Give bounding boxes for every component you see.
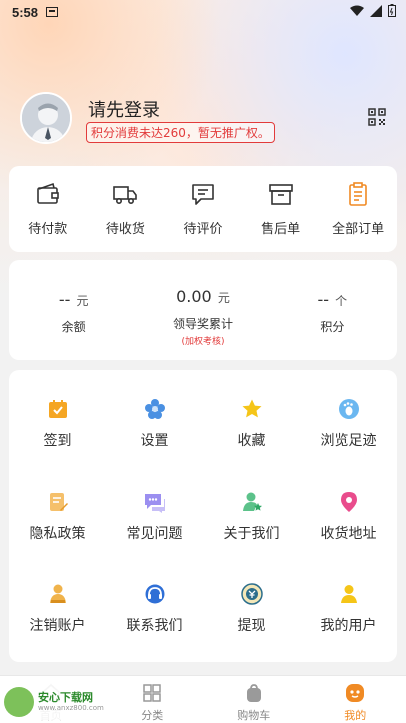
star-icon xyxy=(242,399,261,418)
stat-label: 余额 xyxy=(61,320,86,334)
tab-label: 购物车 xyxy=(237,709,271,722)
tool-checkin[interactable]: 签到 xyxy=(9,384,106,477)
stat-leader-reward[interactable]: 0.00 元 领导奖累计 (加权考核) xyxy=(138,260,267,360)
tool-label: 关于我们 xyxy=(223,525,280,542)
order-label: 待收货 xyxy=(105,222,145,237)
withdraw-icon xyxy=(240,583,263,606)
stat-sub-note: (加权考核) xyxy=(181,337,225,347)
stat-value: 0.00 xyxy=(176,287,212,306)
shopping-bag-icon xyxy=(246,684,261,702)
tool-shipping-address[interactable]: 收货地址 xyxy=(300,477,397,570)
stat-points[interactable]: -- 个 积分 xyxy=(268,260,397,360)
grid-icon xyxy=(143,684,161,702)
tool-about-us[interactable]: 关于我们 xyxy=(203,477,300,570)
watermark-logo xyxy=(4,687,34,717)
truck-icon xyxy=(113,186,138,204)
tool-privacy-policy[interactable]: 隐私政策 xyxy=(9,477,106,570)
comment-icon xyxy=(192,184,214,205)
chat-bubbles-icon xyxy=(144,493,165,513)
tool-label: 常见问题 xyxy=(126,525,183,542)
header-background xyxy=(0,0,406,300)
tool-label: 我的用户 xyxy=(320,618,377,635)
tool-favorites[interactable]: 收藏 xyxy=(203,384,300,477)
footprint-icon xyxy=(338,399,359,419)
stat-unit: 个 xyxy=(335,294,348,308)
settings-flower-icon xyxy=(144,399,165,419)
order-label: 全部订单 xyxy=(332,222,385,237)
tool-label: 设置 xyxy=(140,433,169,449)
qr-code-icon[interactable] xyxy=(368,108,386,126)
stat-value: -- xyxy=(58,290,71,309)
tool-label: 隐私政策 xyxy=(29,525,86,542)
order-status-card: 待付款 待收货 待评价 售后单 全部订单 xyxy=(9,166,397,252)
user-cancel-icon xyxy=(49,584,66,604)
account-stats-card: -- 元 余额 0.00 元 领导奖累计 (加权考核) -- 个 积分 xyxy=(9,260,397,360)
stat-value: -- xyxy=(317,290,330,309)
order-after-sale[interactable]: 售后单 xyxy=(242,166,320,252)
order-label: 售后单 xyxy=(261,222,301,237)
order-all[interactable]: 全部订单 xyxy=(319,166,397,252)
status-bar: 5:58 xyxy=(0,0,406,24)
tool-label: 浏览足迹 xyxy=(320,433,377,449)
tools-grid-card: 签到 设置 收藏 浏览足迹 隐私政策 常见问题 关于我们 收货地址 注销账户 联… xyxy=(9,370,397,662)
privacy-doc-icon xyxy=(49,492,68,511)
order-pending-payment[interactable]: 待付款 xyxy=(9,166,87,252)
stat-balance[interactable]: -- 元 余额 xyxy=(9,260,138,360)
order-pending-review[interactable]: 待评价 xyxy=(164,166,242,252)
tool-contact-us[interactable]: 联系我们 xyxy=(106,569,203,662)
tool-label: 注销账户 xyxy=(29,618,86,635)
watermark-url: www.anxz800.com xyxy=(38,704,104,712)
my-users-icon xyxy=(340,585,357,604)
wifi-icon xyxy=(350,5,364,16)
cell-signal-icon xyxy=(370,4,382,17)
tool-label: 收货地址 xyxy=(320,525,377,542)
watermark-title: 安心下载网 xyxy=(38,691,93,704)
battery-icon xyxy=(388,4,396,17)
order-label: 待付款 xyxy=(28,222,68,237)
profile-header: 请先登录 积分消费未达260，暂无推广权。 xyxy=(20,92,386,146)
notification-icon xyxy=(46,7,59,17)
tool-settings[interactable]: 设置 xyxy=(106,384,203,477)
tool-label: 收藏 xyxy=(237,433,266,449)
tool-my-users[interactable]: 我的用户 xyxy=(300,569,397,662)
tab-category[interactable]: 分类 xyxy=(102,676,204,723)
tool-faq[interactable]: 常见问题 xyxy=(106,477,203,570)
stat-label: 积分 xyxy=(320,320,345,334)
status-time: 5:58 xyxy=(12,4,39,20)
mine-face-icon xyxy=(346,684,365,702)
order-label: 待评价 xyxy=(183,222,223,237)
tool-label: 签到 xyxy=(43,433,72,449)
location-pin-icon xyxy=(340,491,357,512)
tab-label: 分类 xyxy=(141,709,164,722)
tool-label: 提现 xyxy=(237,618,266,635)
tab-cart[interactable]: 购物车 xyxy=(203,676,305,723)
order-pending-receipt[interactable]: 待收货 xyxy=(87,166,165,252)
stat-unit: 元 xyxy=(76,294,89,308)
clipboard-icon xyxy=(349,182,367,206)
tool-delete-account[interactable]: 注销账户 xyxy=(9,569,106,662)
tool-withdraw[interactable]: 提现 xyxy=(203,569,300,662)
stat-unit: 元 xyxy=(217,291,230,305)
login-prompt[interactable]: 请先登录 xyxy=(88,96,160,122)
tool-footprints[interactable]: 浏览足迹 xyxy=(300,384,397,477)
tab-label: 我的 xyxy=(344,709,367,722)
wallet-icon xyxy=(36,182,59,204)
checkin-calendar-icon xyxy=(48,400,67,418)
tab-mine[interactable]: 我的 xyxy=(305,676,406,723)
user-star-icon xyxy=(242,492,262,511)
archive-box-icon xyxy=(268,184,293,205)
stat-label: 领导奖累计 xyxy=(172,317,233,331)
tool-label: 联系我们 xyxy=(126,618,183,635)
avatar[interactable] xyxy=(20,92,72,144)
default-user-icon xyxy=(22,94,70,142)
site-watermark: 安心下载网 www.anxz800.com xyxy=(2,684,112,720)
headset-icon xyxy=(145,584,164,604)
points-notice-badge: 积分消费未达260，暂无推广权。 xyxy=(86,122,275,143)
